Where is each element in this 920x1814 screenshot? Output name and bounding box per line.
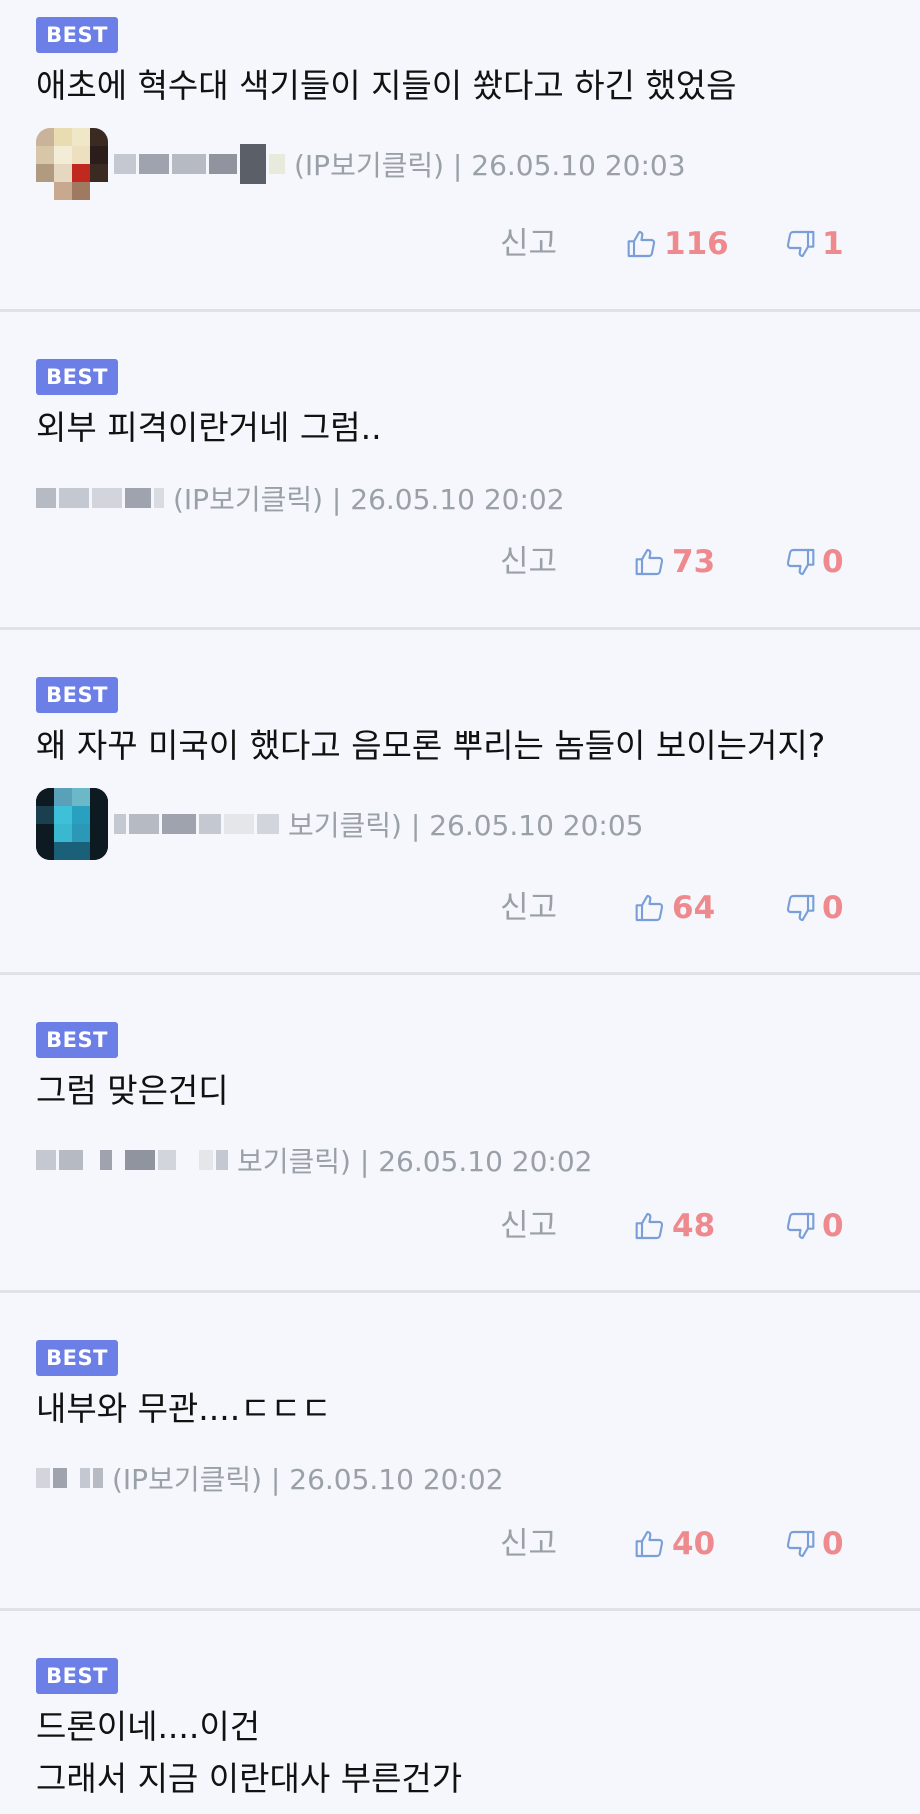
comment-text-line: 그래서 지금 이란대사 부른건가 [36, 1759, 463, 1798]
thumbs-down-icon [786, 894, 815, 922]
dislike-count: 0 [822, 544, 844, 580]
thumbs-up-icon [627, 230, 656, 258]
comment-item: BEST 그럼 맞은건디 보기클릭) | 26.05.10 20:02 신고 4… [0, 975, 920, 1293]
dislike-count: 0 [822, 1208, 844, 1244]
comment-meta-text: (IP보기클릭) | 26.05.10 20:02 [112, 1463, 504, 1496]
thumbs-up-icon [635, 548, 664, 576]
nickname-redacted[interactable] [36, 478, 167, 518]
like-count: 48 [672, 1208, 716, 1244]
comment-item: BEST 외부 피격이란거네 그럼.. (IP보기클릭) | 26.05.10 … [0, 312, 920, 630]
comment-text-line: 그럼 맞은건디 [36, 1071, 229, 1110]
comment-actions: 신고 73 0 [0, 537, 920, 587]
comment-text-line: 왜 자꾸 미국이 했다고 음모론 뿌리는 놈들이 보이는거지? [36, 726, 826, 765]
thumbs-down-icon [786, 548, 815, 576]
report-button[interactable]: 신고 [500, 883, 557, 933]
thumbs-up-icon [635, 1530, 664, 1558]
report-button[interactable]: 신고 [500, 219, 557, 269]
comment-actions: 신고 116 1 [0, 219, 920, 269]
comment-meta-text: (IP보기클릭) | 26.05.10 20:03 [294, 149, 686, 182]
nickname-redacted[interactable] [114, 804, 282, 844]
best-badge: BEST [36, 359, 118, 395]
like-button[interactable]: 64 [634, 883, 715, 933]
nickname-redacted[interactable] [36, 1458, 106, 1498]
thumbs-up-icon [635, 894, 664, 922]
report-button[interactable]: 신고 [500, 1201, 557, 1251]
dislike-button[interactable]: 0 [784, 1519, 844, 1569]
report-button[interactable]: 신고 [500, 537, 557, 587]
thumbs-down-icon [786, 230, 815, 258]
report-button[interactable]: 신고 [500, 1519, 557, 1569]
comment-actions: 신고 48 0 [0, 1201, 920, 1251]
dislike-button[interactable]: 0 [784, 537, 844, 587]
best-badge: BEST [36, 1022, 118, 1058]
comment-actions: 신고 64 0 [0, 883, 920, 933]
comment-text-line: 애초에 혁수대 색기들이 지들이 쐈다고 하긴 했었음 [36, 66, 737, 105]
comment-item: BEST 드론이네....이건 그래서 지금 이란대사 부른건가 [0, 1611, 920, 1814]
comment-meta: (IP보기클릭) | 26.05.10 20:02 [36, 1446, 504, 1510]
comment-actions: 신고 40 0 [0, 1519, 920, 1569]
comment-text-line: 내부와 무관....ㄷㄷㄷ [36, 1389, 332, 1428]
comment-meta: (IP보기클릭) | 26.05.10 20:03 [36, 128, 686, 200]
thumbs-down-icon [786, 1212, 815, 1240]
best-badge: BEST [36, 17, 118, 53]
dislike-button[interactable]: 0 [784, 883, 844, 933]
like-button[interactable]: 40 [634, 1519, 715, 1569]
dislike-count: 0 [822, 890, 844, 926]
comment-text: 내부와 무관....ㄷㄷㄷ [36, 1383, 900, 1435]
comment-text: 그럼 맞은건디 [36, 1065, 900, 1117]
like-count: 73 [672, 544, 716, 580]
comment-text: 애초에 혁수대 색기들이 지들이 쐈다고 하긴 했었음 [36, 60, 900, 112]
like-count: 64 [672, 890, 716, 926]
nickname-redacted[interactable] [36, 1140, 231, 1180]
comment-item: BEST 애초에 혁수대 색기들이 지들이 쐈다고 하긴 했었음 (IP보기클릭… [0, 0, 920, 312]
comment-text-line: 외부 피격이란거네 그럼.. [36, 408, 382, 447]
comment-text: 외부 피격이란거네 그럼.. [36, 402, 900, 454]
comment-meta-text: (IP보기클릭) | 26.05.10 20:02 [173, 483, 565, 516]
avatar[interactable] [36, 788, 108, 860]
best-badge: BEST [36, 1340, 118, 1376]
dislike-count: 0 [822, 1526, 844, 1562]
comment-text-line: 드론이네....이건 [36, 1707, 261, 1746]
dislike-button[interactable]: 0 [784, 1201, 844, 1251]
like-button[interactable]: 116 [626, 219, 729, 269]
like-count: 116 [664, 226, 729, 262]
comment-meta-text: 보기클릭) | 26.05.10 20:05 [288, 809, 644, 842]
comment-text: 드론이네....이건 그래서 지금 이란대사 부른건가 [36, 1701, 900, 1805]
comment-item: BEST 왜 자꾸 미국이 했다고 음모론 뿌리는 놈들이 보이는거지? 보기클… [0, 630, 920, 975]
like-button[interactable]: 73 [634, 537, 715, 587]
like-count: 40 [672, 1526, 716, 1562]
comment-meta-text: 보기클릭) | 26.05.10 20:02 [237, 1145, 593, 1178]
thumbs-up-icon [635, 1212, 664, 1240]
best-badge: BEST [36, 1658, 118, 1694]
comment-meta: 보기클릭) | 26.05.10 20:02 [36, 1128, 592, 1192]
thumbs-down-icon [786, 1530, 815, 1558]
dislike-button[interactable]: 1 [784, 219, 844, 269]
like-button[interactable]: 48 [634, 1201, 715, 1251]
comment-text: 왜 자꾸 미국이 했다고 음모론 뿌리는 놈들이 보이는거지? [36, 720, 900, 772]
avatar[interactable] [36, 128, 108, 200]
comment-meta: (IP보기클릭) | 26.05.10 20:02 [36, 466, 565, 530]
best-badge: BEST [36, 677, 118, 713]
comment-meta: 보기클릭) | 26.05.10 20:05 [36, 788, 644, 860]
comment-item: BEST 내부와 무관....ㄷㄷㄷ (IP보기클릭) | 26.05.10 2… [0, 1293, 920, 1611]
nickname-redacted[interactable] [114, 144, 288, 184]
dislike-count: 1 [822, 226, 844, 262]
